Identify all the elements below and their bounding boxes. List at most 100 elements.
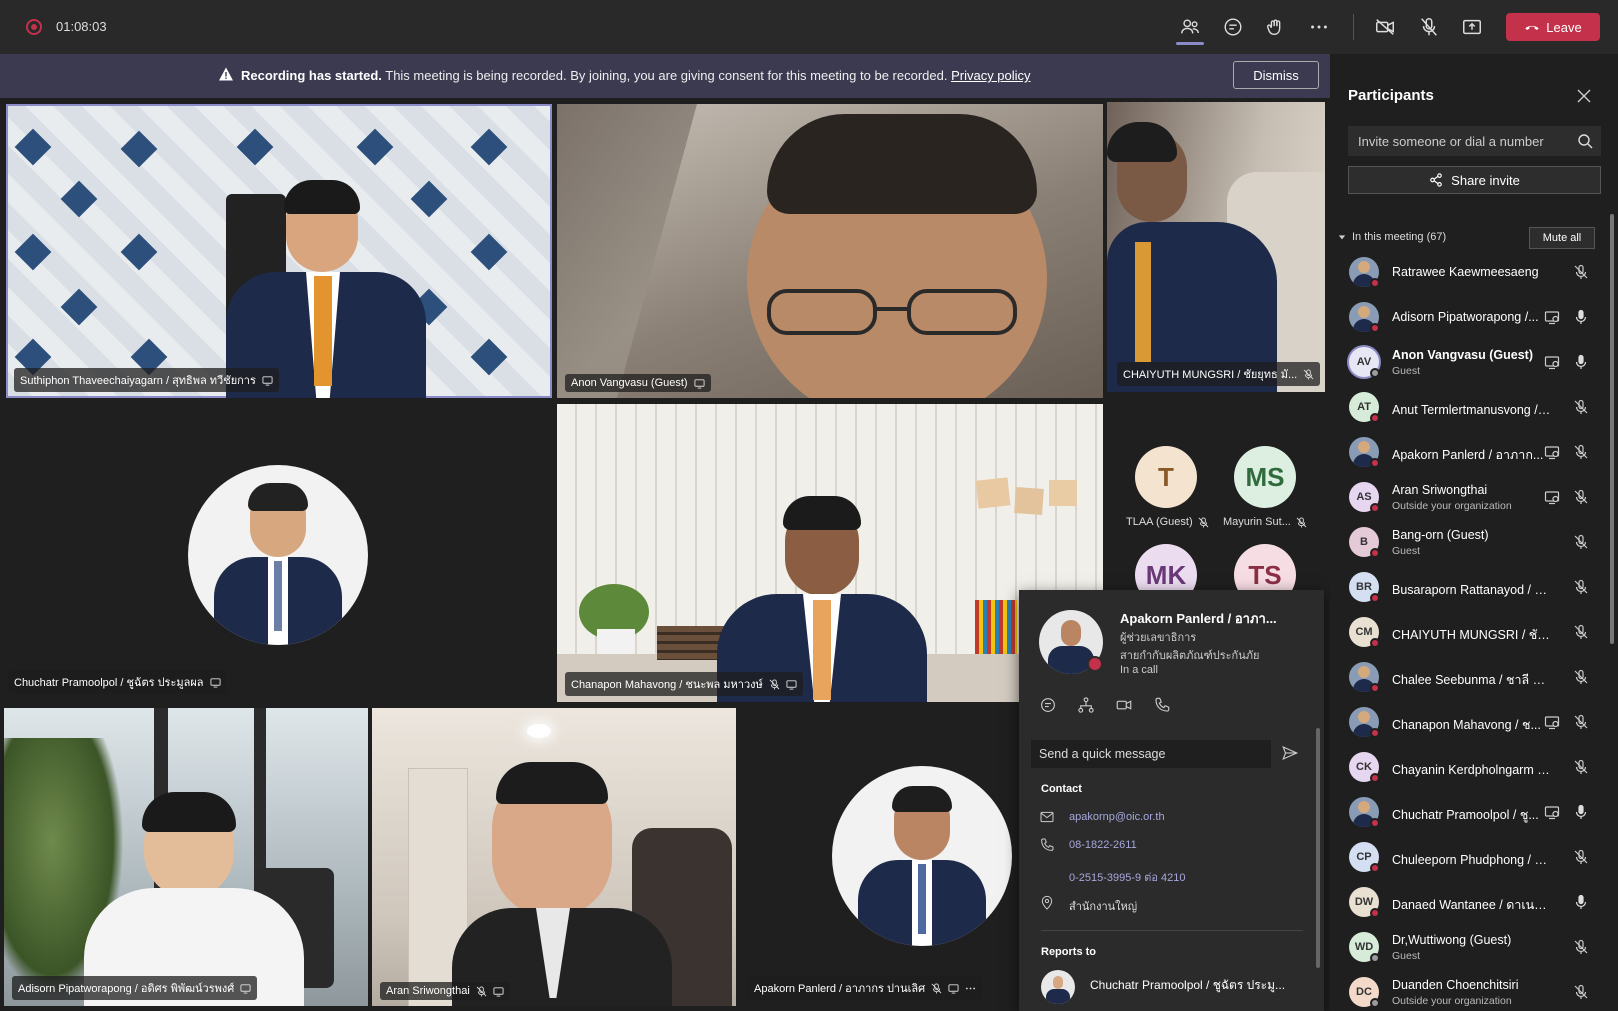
in-meeting-section-toggle[interactable]: In this meeting (67) — [1338, 231, 1446, 243]
share-invite-button[interactable]: Share invite — [1348, 166, 1601, 194]
leave-button[interactable]: Leave — [1506, 13, 1600, 41]
video-tile-suthiphon[interactable]: Suthiphon Thaveechaiyagarn / สุทธิพล ทวี… — [6, 104, 552, 398]
participants-icon[interactable] — [1176, 13, 1204, 41]
participant-row[interactable]: DC Duanden Choenchitsiri Outside your orga… — [1330, 970, 1610, 1011]
participant-row[interactable]: Chanapon Mahavong / ช... — [1330, 700, 1610, 745]
tile-name-label: CHAIYUTH MUNGSRI / ชัยยุทธ มั... — [1117, 362, 1321, 386]
mute-all-button[interactable]: Mute all — [1529, 227, 1595, 249]
chat-icon[interactable] — [1219, 13, 1247, 41]
participant-row[interactable]: Adisorn Pipatworapong /... — [1330, 295, 1610, 340]
search-icon[interactable] — [1577, 133, 1593, 149]
mic-off-icon[interactable] — [1415, 13, 1443, 41]
camera-off-icon[interactable] — [1371, 13, 1399, 41]
presence-status-icon — [1370, 458, 1380, 468]
tile-name-label: Aran Sriwongthai — [380, 982, 510, 1000]
mic-muted-icon[interactable] — [1573, 444, 1589, 460]
participant-video-adisorn — [84, 792, 304, 1006]
participant-video-chaiyuth — [1107, 122, 1277, 392]
mic-muted-icon[interactable] — [1573, 714, 1589, 730]
recording-banner-message: This meeting is being recorded. By joini… — [381, 68, 952, 83]
video-tile-chuchatr[interactable]: Chuchatr Pramoolpol / ชูฉัตร ประมูลผล — [0, 402, 552, 700]
participant-row[interactable]: DWDanaed Wantanee / ดาเนตร วั... — [1330, 880, 1610, 925]
mic-muted-icon[interactable] — [1573, 669, 1589, 685]
close-icon[interactable] — [1576, 88, 1592, 104]
manager-name[interactable]: Chuchatr Pramoolpol / ชูฉัตร ประมู... — [1090, 976, 1285, 995]
profile-role: ผู้ช่วยเลขาธิการ — [1120, 632, 1197, 644]
quick-message-input[interactable] — [1031, 740, 1271, 768]
send-icon[interactable] — [1281, 744, 1299, 762]
mic-muted-icon[interactable] — [1573, 984, 1589, 1000]
video-tile-chaiyuth[interactable]: CHAIYUTH MUNGSRI / ชัยยุทธ มั... — [1107, 102, 1325, 392]
participant-row[interactable]: CP Chuleeporn Phudphong / ชูลี... — [1330, 835, 1610, 880]
dismiss-button[interactable]: Dismiss — [1233, 61, 1319, 89]
mic-muted-icon[interactable] — [1573, 759, 1589, 775]
participant-row[interactable]: CMCHAIYUTH MUNGSRI / ชัยยุท... — [1330, 610, 1610, 655]
video-tile-anon[interactable]: Anon Vangvasu (Guest) — [557, 104, 1103, 398]
reactions-icon[interactable] — [1262, 13, 1290, 41]
participant-row[interactable]: Ratrawee Kaewmeesaeng — [1330, 250, 1610, 295]
mic-muted-icon[interactable] — [1573, 399, 1589, 415]
participant-row[interactable]: CK Chayanin Kerdpholngarm / ช... — [1330, 745, 1610, 790]
more-actions-icon[interactable] — [1305, 13, 1333, 41]
initials-avatar-tlaa[interactable]: T — [1135, 446, 1197, 508]
mic-muted-icon[interactable] — [1573, 534, 1589, 550]
mic-icon[interactable] — [1573, 804, 1589, 820]
screen-share-icon — [948, 983, 959, 994]
participant-row[interactable]: AV Anon Vangvasu (Guest) Guest — [1330, 340, 1610, 385]
more-options-icon[interactable] — [965, 983, 976, 994]
video-tile-aran[interactable]: Aran Sriwongthai — [372, 708, 736, 1006]
privacy-policy-link[interactable]: Privacy policy — [951, 68, 1030, 83]
reports-to-heading: Reports to — [1041, 946, 1096, 958]
participant-row[interactable]: B Bang-orn (Guest) Guest — [1330, 520, 1610, 565]
profile-email-link[interactable]: apakornp@oic.or.th — [1069, 811, 1165, 823]
mic-icon[interactable] — [1573, 894, 1589, 910]
participant-subtitle: Guest — [1392, 365, 1421, 377]
screen-share-icon — [262, 375, 273, 386]
screen-share-icon — [493, 986, 504, 997]
mic-icon[interactable] — [1573, 309, 1589, 325]
card-divider — [1041, 930, 1303, 931]
chat-icon[interactable] — [1039, 696, 1057, 714]
participant-row[interactable]: WD Dr,Wuttiwong (Guest) Guest — [1330, 925, 1610, 970]
org-chart-icon[interactable] — [1077, 696, 1095, 714]
participant-row[interactable]: AS Aran Sriwongthai Outside your organizat… — [1330, 475, 1610, 520]
mic-muted-icon[interactable] — [1573, 579, 1589, 595]
participant-row[interactable]: Apakorn Panlerd / อาภาก... — [1330, 430, 1610, 475]
video-tile-adisorn[interactable]: Adisorn Pipatworapong / อดิศร พิพัฒน์วรพ… — [4, 708, 368, 1006]
screen-share-icon — [694, 378, 705, 389]
panel-scrollbar[interactable] — [1610, 214, 1614, 644]
mic-muted-icon[interactable] — [1573, 264, 1589, 280]
participant-photo-apakorn — [832, 766, 1012, 946]
participant-subtitle: Guest — [1392, 950, 1421, 962]
profile-phone-link[interactable]: 0-2515-3995-9 ต่อ 4210 — [1069, 868, 1186, 886]
mic-muted-icon — [1198, 516, 1209, 528]
video-call-icon[interactable] — [1115, 696, 1133, 714]
share-icon — [1430, 173, 1442, 187]
participant-name: Chalee Seebunma / ชาลี ศรีบุ... — [1392, 673, 1552, 687]
participant-row[interactable]: Chalee Seebunma / ชาลี ศรีบุ... — [1330, 655, 1610, 700]
participant-row[interactable]: AT Anut Termlertmanusvong / อ... — [1330, 385, 1610, 430]
screen-share-icon — [1544, 489, 1560, 505]
tile-name-label: Chanapon Mahavong / ชนะพล มหาวงษ์ — [565, 672, 803, 696]
presence-status-icon — [1370, 818, 1380, 828]
profile-mobile-link[interactable]: 08-1822-2611 — [1069, 839, 1137, 851]
share-screen-icon[interactable] — [1458, 13, 1486, 41]
mic-muted-icon[interactable] — [1573, 624, 1589, 640]
meeting-timer: 01:08:03 — [56, 19, 107, 34]
participant-row[interactable]: BR Busaraporn Rattanayod / บุษร... — [1330, 565, 1610, 610]
participant-name: Chuleeporn Phudphong / ชูลี... — [1392, 853, 1552, 867]
initials-avatar-mayurin[interactable]: MS — [1234, 446, 1296, 508]
mic-icon[interactable] — [1573, 354, 1589, 370]
mic-muted-icon[interactable] — [1573, 489, 1589, 505]
card-scrollbar[interactable] — [1316, 728, 1320, 968]
mic-muted-icon[interactable] — [1573, 849, 1589, 865]
participant-row[interactable]: Chuchatr Pramoolpol / ชู... — [1330, 790, 1610, 835]
screen-share-icon — [1544, 354, 1560, 370]
tile-name-label: Anon Vangvasu (Guest) — [565, 374, 711, 392]
mic-muted-icon[interactable] — [1573, 939, 1589, 955]
mic-muted-icon — [1303, 368, 1314, 380]
busy-status-icon — [1087, 656, 1103, 672]
audio-call-icon[interactable] — [1153, 696, 1171, 714]
invite-search-input[interactable] — [1348, 126, 1601, 156]
video-tile-apakorn[interactable]: Apakorn Panlerd / อาภากร ปานเลิศ — [740, 708, 1020, 1006]
